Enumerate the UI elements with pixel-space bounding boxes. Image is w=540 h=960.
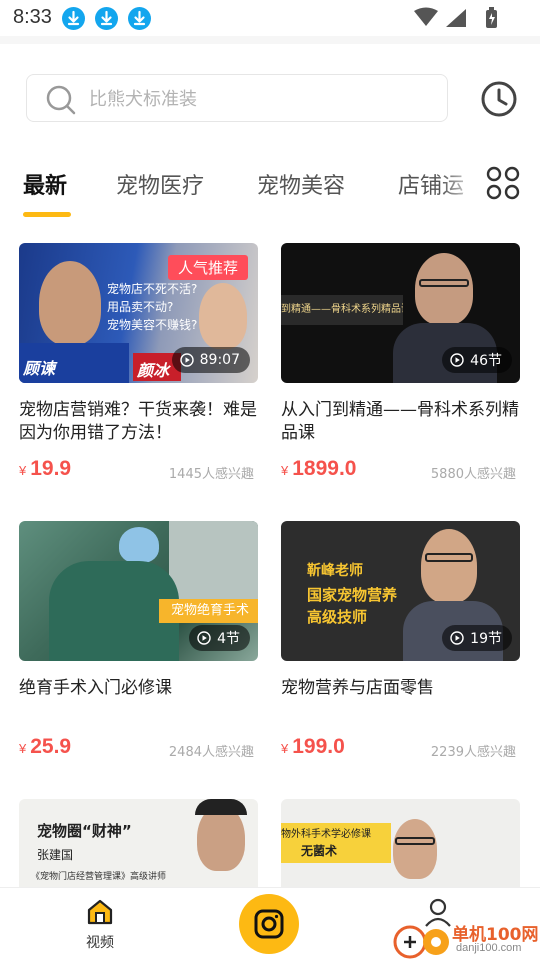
interest-count: 2484人感兴趣 xyxy=(168,745,254,760)
watermark-logo xyxy=(393,925,449,959)
glasses xyxy=(425,553,473,562)
download-icon xyxy=(128,7,151,30)
popular-badge: 人气推荐 xyxy=(167,255,248,280)
thumb-caption: 国家宠物营养 xyxy=(307,586,398,604)
download-icon xyxy=(95,7,118,30)
thumb-name: 顾谏 xyxy=(23,359,56,378)
play-icon xyxy=(197,631,211,645)
hair-shape xyxy=(195,799,247,815)
thumb-name: 颜冰 xyxy=(137,361,170,380)
price-row: ¥1899.0 5880人感兴趣 xyxy=(281,457,520,485)
interest-count: 2239人感兴趣 xyxy=(430,745,516,760)
duration-text: 46节 xyxy=(470,353,502,369)
camera-button[interactable] xyxy=(239,894,299,954)
glasses xyxy=(419,279,469,287)
course-price: ¥199.0 xyxy=(281,735,345,758)
course-price: ¥25.9 xyxy=(19,735,72,758)
lecturer-photo xyxy=(415,253,473,325)
interest-count: 5880人感兴趣 xyxy=(430,467,516,482)
price-row: ¥19.9 1445人感兴趣 xyxy=(19,457,258,485)
course-thumbnail: 靳峰老师 国家宠物营养 高级技师 19节 xyxy=(281,521,520,661)
course-thumbnail: 宠物店不死不活? 用品卖不动? 宠物美容不赚钱? 顾谏 颜冰 人气推荐 89:0… xyxy=(19,243,258,383)
tab-pet-grooming[interactable]: 宠物美容 xyxy=(257,168,345,200)
tab-latest[interactable]: 最新 xyxy=(23,168,67,200)
thumb-caption: 宠物圈“财神” xyxy=(37,822,132,840)
course-price: ¥1899.0 xyxy=(281,457,357,480)
lecturer-photo xyxy=(421,529,477,603)
glasses xyxy=(395,837,435,845)
lecturer-photo xyxy=(199,283,247,349)
thumb-background xyxy=(169,521,258,601)
camera-icon xyxy=(254,909,284,939)
course-price: ¥19.9 xyxy=(19,457,72,480)
nav-video[interactable]: 视频 xyxy=(80,898,120,952)
duration-text: 4节 xyxy=(217,631,240,647)
thumb-caption: 无菌术 xyxy=(301,844,338,858)
course-card[interactable]: 靳峰老师 国家宠物营养 高级技师 19节 宠物营养与店面零售 ¥199.0 22… xyxy=(281,521,520,763)
play-icon xyxy=(450,353,464,367)
thumb-caption: 物外科手术学必修课 xyxy=(281,829,371,840)
duration-badge: 19节 xyxy=(442,625,512,651)
thumb-caption: 宠物绝育手术 xyxy=(171,603,250,618)
interest-count: 1445人感兴趣 xyxy=(168,467,254,482)
thumb-caption: 到精通——骨科术系列精品课 xyxy=(281,304,403,315)
search-icon xyxy=(46,85,76,115)
thumb-caption: 张建国 xyxy=(37,848,74,862)
status-time: 8:33 xyxy=(13,6,52,28)
course-card[interactable]: 宠物店不死不活? 用品卖不动? 宠物美容不赚钱? 顾谏 颜冰 人气推荐 89:0… xyxy=(19,243,258,485)
watermark: 单机100网 danji100.com xyxy=(392,918,540,960)
price-row: ¥199.0 2239人感兴趣 xyxy=(281,735,520,763)
history-icon[interactable] xyxy=(480,80,518,118)
download-icon xyxy=(62,7,85,30)
course-title: 宠物营养与店面零售 xyxy=(281,678,434,698)
tab-fade xyxy=(440,160,480,216)
course-title: 从入门到精通——骨科术系列精品课 xyxy=(281,400,519,443)
duration-text: 89:07 xyxy=(199,352,240,368)
thumb-caption: 靳峰老师 xyxy=(307,563,363,579)
search-input[interactable] xyxy=(89,85,429,113)
thumb-caption: 用品卖不动? xyxy=(107,300,174,314)
play-icon xyxy=(450,631,464,645)
nav-video-label: 视频 xyxy=(86,935,114,951)
course-thumbnail: 到精通——骨科术系列精品课 46节 xyxy=(281,243,520,383)
thumb-caption: 《宠物门店经营管理课》高级讲师 xyxy=(31,872,167,882)
lecturer-photo xyxy=(393,819,437,879)
category-grid-icon[interactable] xyxy=(486,166,520,200)
thumb-caption: 宠物美容不赚钱? xyxy=(107,318,198,332)
lecturer-photo xyxy=(39,261,101,345)
course-thumbnail: 宠物绝育手术 4节 xyxy=(19,521,258,661)
course-title: 宠物店营销难？干货来袭！难是因为你用错了方法！ xyxy=(19,400,257,443)
category-tabs: 最新 宠物医疗 宠物美容 店铺运 xyxy=(0,160,540,224)
search-bar[interactable] xyxy=(26,74,448,122)
watermark-url: danji100.com xyxy=(456,942,522,954)
thumb-caption: 高级技师 xyxy=(307,608,368,626)
header-divider xyxy=(0,36,540,44)
play-icon xyxy=(179,353,194,367)
surgeon-cap xyxy=(119,527,159,563)
course-card[interactable]: 宠物绝育手术 4节 绝育手术入门必修课 ¥25.9 2484人感兴趣 xyxy=(19,521,258,763)
duration-badge: 89:07 xyxy=(171,347,250,373)
status-bar: 8:33 xyxy=(0,0,540,36)
duration-text: 19节 xyxy=(470,631,502,647)
thumb-caption: 宠物店不死不活? xyxy=(107,282,198,296)
duration-badge: 4节 xyxy=(189,625,250,651)
price-row: ¥25.9 2484人感兴趣 xyxy=(19,735,258,763)
course-title: 绝育手术入门必修课 xyxy=(19,678,172,698)
tab-pet-medical[interactable]: 宠物医疗 xyxy=(116,168,204,200)
signal-battery-icon xyxy=(414,7,497,28)
home-icon xyxy=(87,899,113,925)
course-card[interactable]: 到精通——骨科术系列精品课 46节 从入门到精通——骨科术系列精品课 ¥1899… xyxy=(281,243,520,485)
active-tab-indicator xyxy=(23,212,71,217)
duration-badge: 46节 xyxy=(442,347,512,373)
